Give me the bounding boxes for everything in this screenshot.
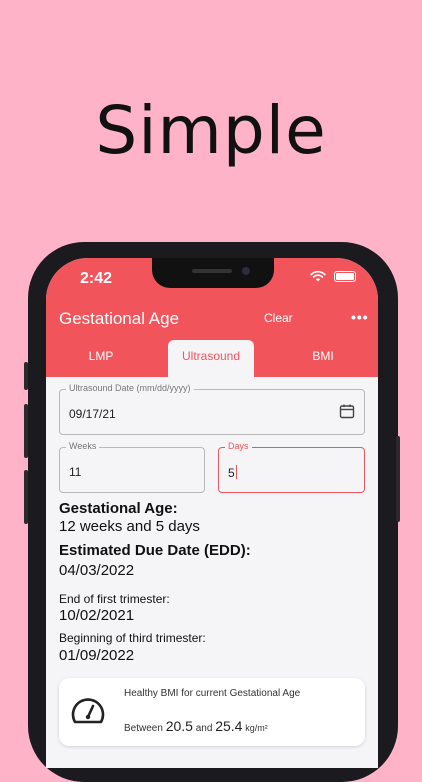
status-time: 2:42 (80, 270, 113, 287)
app-screen: 2:42 Gestational Age Clear ••• LMP Ultra… (46, 258, 378, 768)
bmi-and-text: and (195, 723, 213, 734)
camera-icon (242, 267, 250, 275)
calendar-icon[interactable] (339, 403, 355, 419)
edd-value: 04/03/2022 (59, 562, 135, 579)
gauge-icon (71, 698, 105, 724)
bmi-card-title: Healthy BMI for current Gestational Age (124, 688, 301, 699)
phone-side-button (24, 404, 28, 458)
first-trimester-value: 10/02/2021 (59, 607, 135, 624)
bmi-unit: kg/m² (245, 723, 268, 733)
tab-ultrasound[interactable]: Ultrasound (168, 340, 254, 377)
bmi-card: Healthy BMI for current Gestational Age … (59, 678, 365, 746)
ultrasound-date-field[interactable]: Ultrasound Date (mm/dd/yyyy) 09/17/21 (59, 383, 365, 435)
status-icons (310, 270, 356, 282)
tab-bmi[interactable]: BMI (280, 340, 366, 377)
status-bar: 2:42 (46, 258, 378, 302)
notch (152, 258, 274, 288)
ga-value: 12 weeks and 5 days (59, 518, 200, 535)
weeks-field[interactable]: Weeks 11 (59, 441, 205, 493)
speaker (192, 269, 232, 273)
days-label: Days (225, 441, 252, 451)
bmi-low-value: 20.5 (165, 718, 193, 734)
text-caret (235, 465, 238, 479)
bmi-range: Between 20.5 and 25.4 kg/m² (124, 718, 268, 734)
weeks-value: 11 (69, 465, 82, 479)
bmi-between-text: Between (124, 723, 163, 734)
battery-icon (334, 270, 356, 282)
clear-button[interactable]: Clear (264, 311, 293, 325)
phone-side-button (24, 470, 28, 524)
third-trimester-label: Beginning of third trimester: (59, 631, 206, 645)
edd-heading: Estimated Due Date (EDD): (59, 542, 251, 559)
ga-heading: Gestational Age: (59, 500, 178, 517)
days-field[interactable]: Days 5 (218, 441, 365, 493)
headline: Simple (95, 92, 327, 169)
ultrasound-date-label: Ultrasound Date (mm/dd/yyyy) (66, 383, 194, 393)
days-value: 5 (228, 466, 235, 480)
ultrasound-date-value: 09/17/21 (69, 407, 116, 421)
weeks-label: Weeks (66, 441, 100, 451)
app-bar: 2:42 Gestational Age Clear ••• LMP Ultra… (46, 258, 378, 377)
app-title: Gestational Age (59, 309, 180, 328)
days-input[interactable]: 5 (228, 465, 238, 480)
third-trimester-value: 01/09/2022 (59, 647, 135, 664)
wifi-icon (310, 270, 326, 282)
phone-side-button (24, 362, 28, 390)
moon-icon[interactable] (312, 308, 330, 326)
tab-lmp[interactable]: LMP (58, 340, 144, 377)
more-icon[interactable]: ••• (351, 309, 369, 325)
first-trimester-label: End of first trimester: (59, 592, 170, 606)
bmi-high-value: 25.4 (215, 718, 243, 734)
phone-power-button (396, 436, 400, 522)
